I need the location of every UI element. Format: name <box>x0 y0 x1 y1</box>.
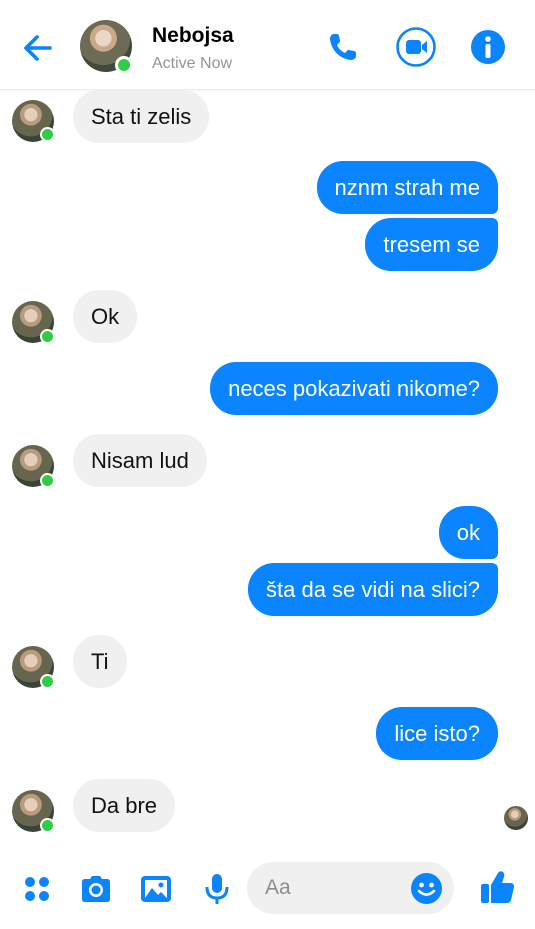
incoming-message[interactable]: Ti <box>73 635 127 688</box>
message-input[interactable] <box>265 874 405 902</box>
contact-name[interactable]: Nebojsa <box>152 24 234 48</box>
incoming-message[interactable]: Ok <box>73 290 138 343</box>
emoji-icon[interactable] <box>410 872 443 905</box>
message-input-field[interactable] <box>247 862 454 914</box>
outgoing-message[interactable]: šta da se vidi na slici? <box>248 563 498 616</box>
outgoing-message[interactable]: tresem se <box>365 218 498 271</box>
incoming-message[interactable]: Nisam lud <box>73 434 207 487</box>
thumbs-up-icon[interactable] <box>478 868 516 906</box>
outgoing-message[interactable]: ok <box>438 506 498 559</box>
online-indicator <box>40 127 55 142</box>
online-indicator <box>40 473 55 488</box>
info-icon[interactable] <box>469 28 507 66</box>
outgoing-message[interactable]: nznm strah me <box>316 161 498 214</box>
gallery-icon[interactable] <box>139 872 173 906</box>
phone-icon[interactable] <box>324 28 362 66</box>
online-indicator <box>40 818 55 833</box>
incoming-message[interactable]: Da bre <box>73 779 176 832</box>
message-composer <box>0 845 535 929</box>
online-indicator <box>40 329 55 344</box>
conversation-header: Nebojsa Active Now <box>0 0 535 90</box>
contact-status: Active Now <box>152 55 233 72</box>
outgoing-message[interactable]: lice isto? <box>376 707 498 760</box>
seen-receipt-avatar <box>504 806 528 830</box>
apps-grid-icon[interactable] <box>20 872 54 906</box>
incoming-message[interactable]: Sta ti zelis <box>73 90 210 143</box>
online-indicator <box>115 56 133 74</box>
outgoing-message[interactable]: neces pokazivati nikome? <box>210 362 498 415</box>
camera-icon[interactable] <box>79 872 113 906</box>
video-camera-icon[interactable] <box>395 26 437 68</box>
back-arrow-icon[interactable] <box>18 28 58 68</box>
microphone-icon[interactable] <box>200 872 234 906</box>
online-indicator <box>40 674 55 689</box>
